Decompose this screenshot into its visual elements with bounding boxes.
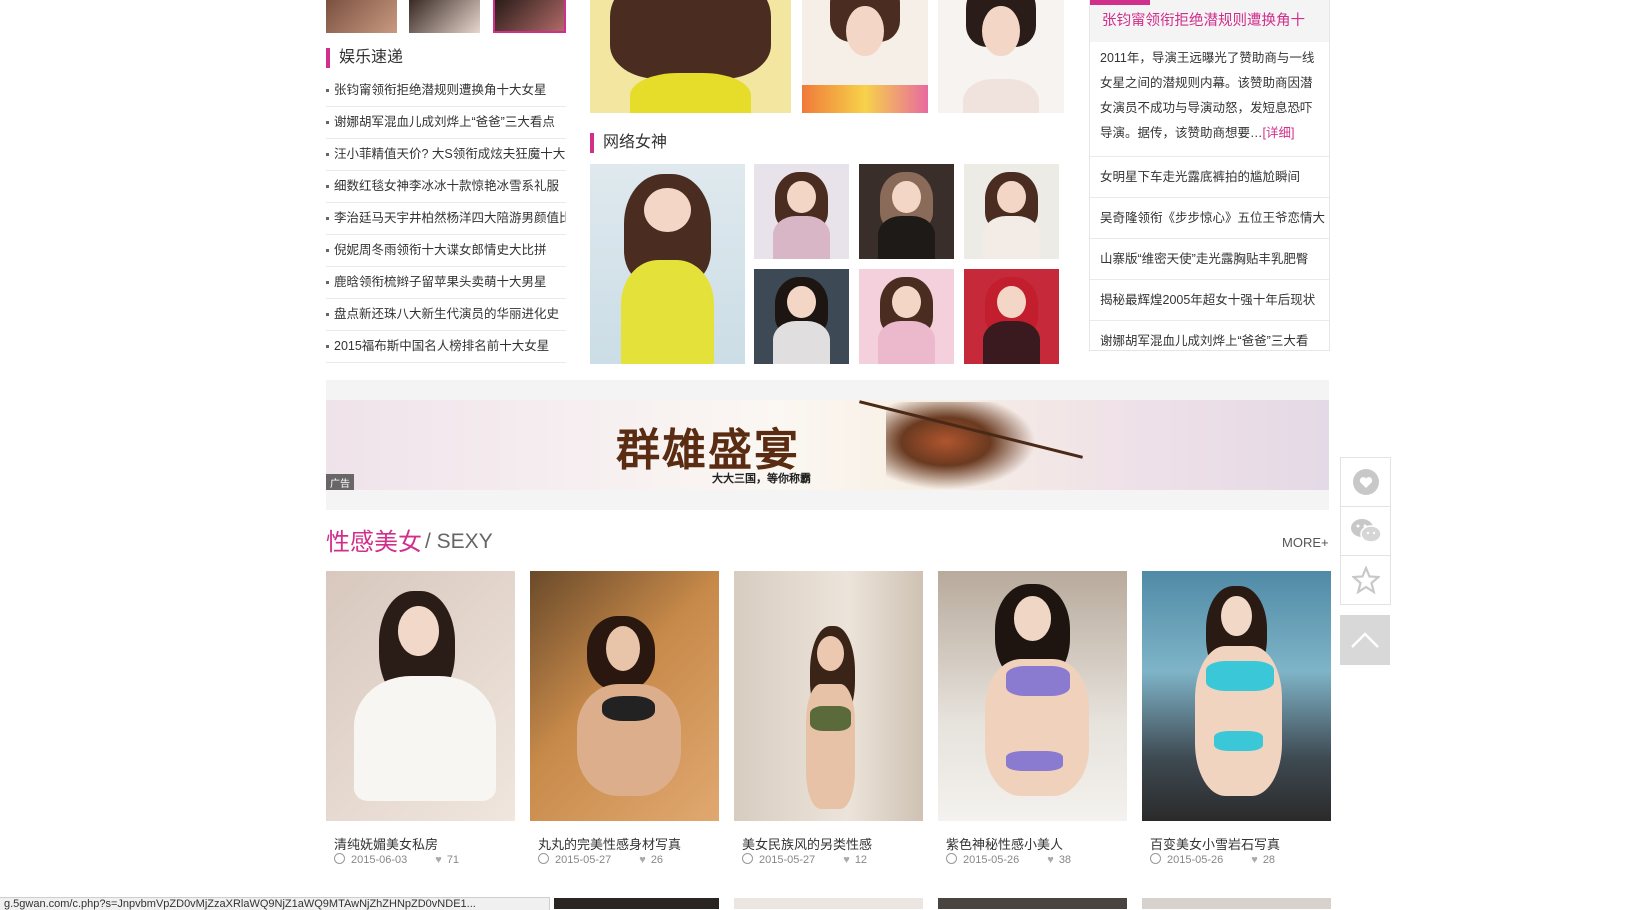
ad-label: 广告: [326, 474, 354, 490]
card-photo[interactable]: [530, 571, 719, 821]
card-meta: 2015-06-03 ♥ 71: [334, 853, 459, 866]
like-heart-icon: ♥: [1047, 854, 1054, 866]
heart-icon: [1352, 469, 1379, 495]
card-likes: 28: [1262, 854, 1276, 866]
side-favorite-button[interactable]: [1340, 555, 1391, 605]
featured-item[interactable]: 揭秘最辉煌2005年超女十强十年后现状: [1090, 280, 1329, 321]
side-like-button[interactable]: [1340, 457, 1391, 507]
featured-desc: 2011年，导演王远曝光了赞助商与一线女星之间的潜规则内幕。该赞助商因潜女演员不…: [1090, 42, 1329, 157]
card-photo[interactable]: [1142, 571, 1331, 821]
ad-banner-subtitle: 大大三国，等你称霸: [712, 473, 811, 485]
news-item[interactable]: 鹿晗领衔梳辫子留苹果头卖萌十大男星: [326, 267, 566, 299]
back-to-top-icon: [1351, 632, 1379, 648]
news-item[interactable]: 谢娜胡军混血儿成刘烨上“爸爸”三大看点: [326, 107, 566, 139]
goddess-thumb-4[interactable]: [754, 269, 849, 364]
clock-icon: [946, 853, 957, 864]
thumb-2[interactable]: [409, 0, 480, 33]
card-caption[interactable]: 百变美女小雪岩石写真: [1150, 834, 1280, 853]
clock-icon: [538, 853, 549, 864]
card-date: 2015-05-26: [1167, 854, 1224, 866]
next-row-photo-4[interactable]: [1142, 898, 1331, 909]
news-item[interactable]: 2015福布斯中国名人榜排名前十大女星: [326, 331, 566, 363]
clock-icon: [334, 853, 345, 864]
ad-banner[interactable]: 群雄盛宴 大大三国，等你称霸 广告: [326, 380, 1329, 510]
featured-accent-bar: [1090, 0, 1150, 5]
goddess-thumb-6[interactable]: [964, 269, 1059, 364]
card-photo[interactable]: [326, 571, 515, 821]
card-date: 2015-05-26: [963, 854, 1020, 866]
next-row-photo-2[interactable]: [734, 898, 923, 909]
goddess-photo-main[interactable]: [590, 164, 745, 364]
featured-headline[interactable]: 张钧甯领衔拒绝潜规则遭换角十: [1090, 0, 1329, 42]
goddess-thumb-2[interactable]: [859, 164, 954, 259]
sexy-more-link[interactable]: MORE+: [1282, 535, 1329, 550]
entertainment-title: 娱乐速递: [326, 48, 403, 68]
star-photo-1[interactable]: [590, 0, 791, 113]
news-item[interactable]: 倪妮周冬雨领衔十大谍女郎情史大比拼: [326, 235, 566, 267]
card-photo[interactable]: [734, 571, 923, 821]
card-caption[interactable]: 美女民族风的另类性感: [742, 834, 872, 853]
card-date: 2015-05-27: [759, 854, 816, 866]
ad-banner-title: 群雄盛宴: [616, 425, 800, 476]
side-wechat-button[interactable]: [1340, 506, 1391, 556]
thumb-3-active[interactable]: [493, 0, 566, 33]
featured-item[interactable]: 吴奇隆领衔《步步惊心》五位王爷恋情大: [1090, 198, 1329, 239]
entertainment-news-list: 张钧甯领衔拒绝潜规则遭换角十大女星 谢娜胡军混血儿成刘烨上“爸爸”三大看点 汪小…: [326, 75, 566, 363]
card-meta: 2015-05-26 ♥ 28: [1150, 853, 1275, 866]
like-heart-icon: ♥: [843, 854, 850, 866]
news-item[interactable]: 盘点新还珠八大新生代演员的华丽进化史: [326, 299, 566, 331]
sexy-section-title-en: / SEXY: [425, 530, 493, 553]
card-meta: 2015-05-27 ♥ 12: [742, 853, 867, 866]
news-item[interactable]: 细数红毯女神李冰冰十款惊艳冰雪系礼服: [326, 171, 566, 203]
like-heart-icon: ♥: [639, 854, 646, 866]
featured-box: 张钧甯领衔拒绝潜规则遭换角十 2011年，导演王远曝光了赞助商与一线女星之间的潜…: [1089, 0, 1330, 351]
card-likes: 12: [854, 854, 868, 866]
internet-goddess-title: 网络女神: [590, 133, 667, 153]
next-row-photo-3[interactable]: [938, 898, 1127, 909]
clock-icon: [1150, 853, 1161, 864]
back-to-top-button[interactable]: [1340, 615, 1390, 665]
card-meta: 2015-05-27 ♥ 26: [538, 853, 663, 866]
card-date: 2015-05-27: [555, 854, 612, 866]
card-likes: 38: [1058, 854, 1072, 866]
news-item[interactable]: 李治廷马天宇井柏然杨洋四大陪游男颜值比: [326, 203, 566, 235]
star-photo-2[interactable]: [802, 0, 928, 113]
news-item[interactable]: 汪小菲精值天价? 大S领衔成炫夫狂魔十大: [326, 139, 566, 171]
news-item[interactable]: 张钧甯领衔拒绝潜规则遭换角十大女星: [326, 75, 566, 107]
thumb-1[interactable]: [326, 0, 397, 33]
goddess-thumb-3[interactable]: [964, 164, 1059, 259]
featured-list: 女明星下车走光露底裤拍的尴尬瞬间 吴奇隆领衔《步步惊心》五位王爷恋情大 山寨版“…: [1090, 157, 1329, 350]
sexy-section-title: 性感美女: [326, 529, 422, 556]
card-likes: 71: [446, 854, 460, 866]
featured-item[interactable]: 谢娜胡军混血儿成刘烨上“爸爸”三大看: [1090, 321, 1329, 350]
card-caption[interactable]: 清纯妩媚美女私房: [334, 834, 438, 853]
goddess-thumb-5[interactable]: [859, 269, 954, 364]
status-bar-url: g.5gwan.com/c.php?s=JnpvbmVpZD0vMjZzaXRl…: [0, 897, 550, 910]
card-likes: 26: [650, 854, 664, 866]
wechat-icon: [1350, 519, 1382, 543]
goddess-thumb-1[interactable]: [754, 164, 849, 259]
next-row-photo-1[interactable]: [554, 898, 719, 909]
star-photo-3[interactable]: [938, 0, 1064, 113]
featured-item[interactable]: 山寨版“维密天使”走光露胸贴丰乳肥臀: [1090, 239, 1329, 280]
card-meta: 2015-05-26 ♥ 38: [946, 853, 1071, 866]
featured-item[interactable]: 女明星下车走光露底裤拍的尴尬瞬间: [1090, 157, 1329, 198]
card-photo[interactable]: [938, 571, 1127, 821]
ad-banner-image[interactable]: 群雄盛宴 大大三国，等你称霸 广告: [326, 400, 1329, 490]
clock-icon: [742, 853, 753, 864]
like-heart-icon: ♥: [1251, 854, 1258, 866]
featured-more-link[interactable]: [详细]: [1263, 126, 1295, 140]
card-date: 2015-06-03: [351, 854, 408, 866]
favorite-star-icon: [1351, 566, 1380, 594]
card-caption[interactable]: 紫色神秘性感小美人: [946, 834, 1063, 853]
like-heart-icon: ♥: [435, 854, 442, 866]
card-caption[interactable]: 丸丸的完美性感身材写真: [538, 834, 681, 853]
